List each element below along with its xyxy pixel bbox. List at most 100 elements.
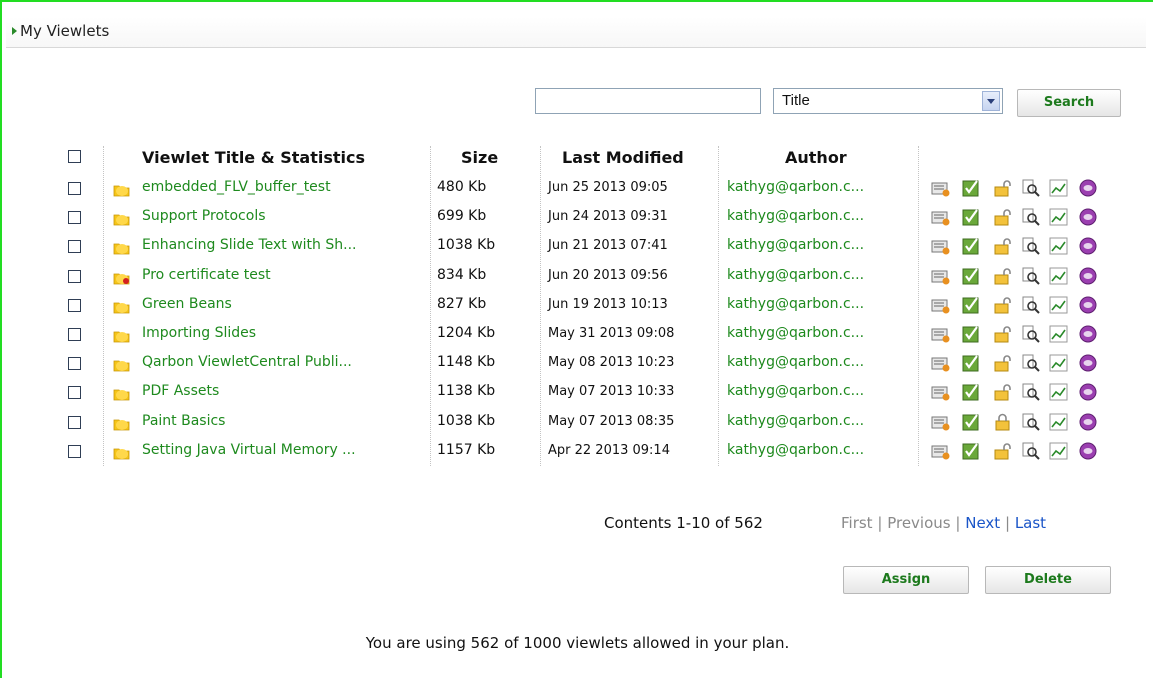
statistics-chart-icon[interactable] xyxy=(1049,236,1069,256)
publish-disc-icon[interactable] xyxy=(1078,266,1098,286)
viewlet-title-link[interactable]: Support Protocols xyxy=(142,208,422,224)
report-icon[interactable] xyxy=(931,441,951,461)
checklist-icon[interactable] xyxy=(961,412,981,432)
search-field-select[interactable]: Title xyxy=(773,88,1003,114)
report-icon[interactable] xyxy=(931,412,951,432)
publish-disc-icon[interactable] xyxy=(1078,441,1098,461)
viewlet-author-link[interactable]: kathyg@qarbon.c... xyxy=(727,208,864,224)
row-checkbox[interactable] xyxy=(68,357,81,371)
statistics-chart-icon[interactable] xyxy=(1049,324,1069,344)
preview-magnifier-icon[interactable] xyxy=(1021,178,1041,198)
statistics-chart-icon[interactable] xyxy=(1049,207,1069,227)
preview-magnifier-icon[interactable] xyxy=(1021,382,1041,402)
viewlet-title-link[interactable]: embedded_FLV_buffer_test xyxy=(142,179,422,195)
publish-disc-icon[interactable] xyxy=(1078,382,1098,402)
viewlet-title-link[interactable]: Enhancing Slide Text with Sh... xyxy=(142,237,422,253)
unlock-icon[interactable] xyxy=(993,178,1013,198)
viewlet-author-link[interactable]: kathyg@qarbon.c... xyxy=(727,354,864,370)
report-icon[interactable] xyxy=(931,353,951,373)
unlock-icon[interactable] xyxy=(993,441,1013,461)
row-checkbox[interactable] xyxy=(68,386,81,400)
unlock-icon[interactable] xyxy=(993,266,1013,286)
row-checkbox[interactable] xyxy=(68,211,81,225)
row-checkbox[interactable] xyxy=(68,182,81,195)
search-input[interactable] xyxy=(535,88,761,114)
publish-disc-icon[interactable] xyxy=(1078,236,1098,256)
publish-disc-icon[interactable] xyxy=(1078,324,1098,344)
expand-triangle-icon[interactable] xyxy=(12,27,17,35)
unlock-icon[interactable] xyxy=(993,295,1013,315)
report-icon[interactable] xyxy=(931,236,951,256)
assign-button[interactable]: Assign xyxy=(843,566,969,594)
preview-magnifier-icon[interactable] xyxy=(1021,324,1041,344)
unlock-icon[interactable] xyxy=(993,324,1013,344)
unlock-icon[interactable] xyxy=(993,353,1013,373)
viewlet-title-link[interactable]: Importing Slides xyxy=(142,325,422,341)
viewlet-title-link[interactable]: Paint Basics xyxy=(142,413,422,429)
checklist-icon[interactable] xyxy=(961,295,981,315)
statistics-chart-icon[interactable] xyxy=(1049,353,1069,373)
checklist-icon[interactable] xyxy=(961,236,981,256)
checklist-icon[interactable] xyxy=(961,441,981,461)
pager-next-link[interactable]: Next xyxy=(965,514,1000,532)
preview-magnifier-icon[interactable] xyxy=(1021,441,1041,461)
report-icon[interactable] xyxy=(931,207,951,227)
viewlet-author-link[interactable]: kathyg@qarbon.c... xyxy=(727,383,864,399)
search-button[interactable]: Search xyxy=(1017,89,1121,117)
preview-magnifier-icon[interactable] xyxy=(1021,266,1041,286)
report-icon[interactable] xyxy=(931,324,951,344)
statistics-chart-icon[interactable] xyxy=(1049,295,1069,315)
report-icon[interactable] xyxy=(931,295,951,315)
report-icon[interactable] xyxy=(931,382,951,402)
viewlet-author-link[interactable]: kathyg@qarbon.c... xyxy=(727,413,864,429)
viewlet-author-link[interactable]: kathyg@qarbon.c... xyxy=(727,237,864,253)
checklist-icon[interactable] xyxy=(961,266,981,286)
preview-magnifier-icon[interactable] xyxy=(1021,353,1041,373)
row-checkbox[interactable] xyxy=(68,269,81,283)
header-title[interactable]: Viewlet Title & Statistics xyxy=(142,148,365,167)
preview-magnifier-icon[interactable] xyxy=(1021,207,1041,227)
preview-magnifier-icon[interactable] xyxy=(1021,412,1041,432)
checklist-icon[interactable] xyxy=(961,207,981,227)
section-header[interactable]: My Viewlets xyxy=(6,17,1146,48)
statistics-chart-icon[interactable] xyxy=(1049,382,1069,402)
delete-button[interactable]: Delete xyxy=(985,566,1111,594)
publish-disc-icon[interactable] xyxy=(1078,353,1098,373)
publish-disc-icon[interactable] xyxy=(1078,207,1098,227)
header-last-modified[interactable]: Last Modified xyxy=(562,148,684,167)
viewlet-title-link[interactable]: Green Beans xyxy=(142,296,422,312)
statistics-chart-icon[interactable] xyxy=(1049,412,1069,432)
viewlet-title-link[interactable]: PDF Assets xyxy=(142,383,422,399)
viewlet-author-link[interactable]: kathyg@qarbon.c... xyxy=(727,325,864,341)
unlock-icon[interactable] xyxy=(993,382,1013,402)
preview-magnifier-icon[interactable] xyxy=(1021,295,1041,315)
viewlet-title-link[interactable]: Qarbon ViewletCentral Publi... xyxy=(142,354,422,370)
chevron-down-icon[interactable] xyxy=(982,91,1000,111)
row-checkbox[interactable] xyxy=(68,298,81,312)
preview-magnifier-icon[interactable] xyxy=(1021,236,1041,256)
checklist-icon[interactable] xyxy=(961,178,981,198)
checklist-icon[interactable] xyxy=(961,382,981,402)
checklist-icon[interactable] xyxy=(961,324,981,344)
publish-disc-icon[interactable] xyxy=(1078,412,1098,432)
viewlet-author-link[interactable]: kathyg@qarbon.c... xyxy=(727,442,864,458)
viewlet-title-link[interactable]: Pro certificate test xyxy=(142,267,422,283)
publish-disc-icon[interactable] xyxy=(1078,295,1098,315)
pager-last-link[interactable]: Last xyxy=(1015,514,1046,532)
select-all-checkbox[interactable] xyxy=(68,150,81,163)
unlock-icon[interactable] xyxy=(993,207,1013,227)
row-checkbox[interactable] xyxy=(68,415,81,429)
header-author[interactable]: Author xyxy=(785,148,847,167)
row-checkbox[interactable] xyxy=(68,444,81,458)
statistics-chart-icon[interactable] xyxy=(1049,266,1069,286)
header-size[interactable]: Size xyxy=(461,148,498,167)
statistics-chart-icon[interactable] xyxy=(1049,178,1069,198)
viewlet-author-link[interactable]: kathyg@qarbon.c... xyxy=(727,179,864,195)
viewlet-author-link[interactable]: kathyg@qarbon.c... xyxy=(727,296,864,312)
row-checkbox[interactable] xyxy=(68,240,81,254)
unlock-icon[interactable] xyxy=(993,236,1013,256)
report-icon[interactable] xyxy=(931,178,951,198)
publish-disc-icon[interactable] xyxy=(1078,178,1098,198)
lock-icon[interactable] xyxy=(993,412,1013,432)
statistics-chart-icon[interactable] xyxy=(1049,441,1069,461)
